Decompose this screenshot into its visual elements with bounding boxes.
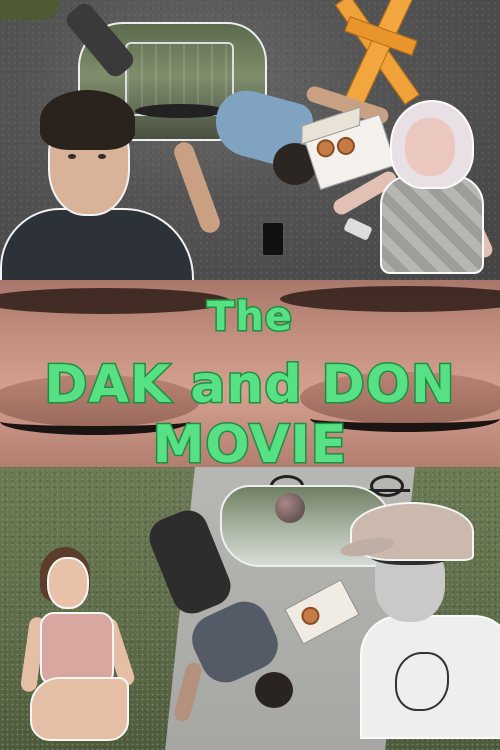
eye xyxy=(98,154,106,159)
phone-on-ground xyxy=(262,222,284,256)
head xyxy=(255,672,293,708)
face xyxy=(47,557,89,609)
poster-title-line-2: DAK and DON MOVIE xyxy=(43,354,456,468)
pink-top xyxy=(40,612,114,686)
hair xyxy=(40,90,135,150)
boy-cutout-left xyxy=(0,90,194,280)
camo-shirt xyxy=(380,175,484,274)
girl-cutout-right xyxy=(330,100,500,274)
boy-cutout-cap xyxy=(339,497,500,750)
top-collage-panel xyxy=(0,0,500,280)
poster-title-line-1: The xyxy=(206,293,294,342)
donut xyxy=(298,603,323,629)
bottom-collage-panel xyxy=(0,467,500,750)
eye xyxy=(68,154,76,159)
face xyxy=(405,118,455,176)
shirt-graphic xyxy=(395,652,449,711)
eyes-title-panel: The DAK and DON MOVIE xyxy=(0,280,500,467)
movie-poster: The DAK and DON MOVIE xyxy=(0,0,500,750)
dark-shirt xyxy=(0,208,194,280)
legs xyxy=(30,677,129,741)
girl-cutout-sitting xyxy=(19,547,150,750)
legs xyxy=(143,504,237,620)
